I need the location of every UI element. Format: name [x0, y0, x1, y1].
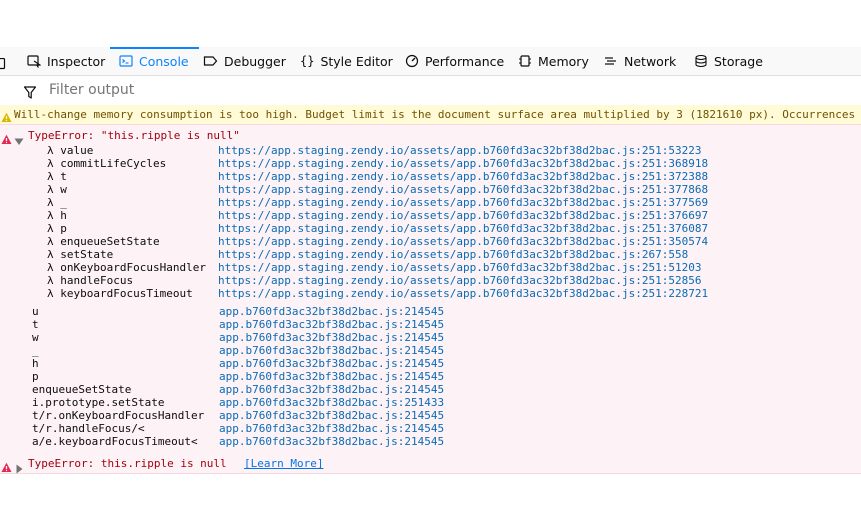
tab-label: Style Editor	[320, 53, 393, 69]
tab-debugger[interactable]: Debugger	[203, 47, 286, 75]
raw-stack-frame-location-link[interactable]: app.b760fd3ac32bf38d2bac.js:214545	[219, 305, 444, 318]
stack-frame-function: λ commitLifeCycles	[47, 157, 167, 170]
stack-frame-function: λ t	[47, 170, 67, 183]
warning-icon	[1, 108, 12, 124]
tab-label: Memory	[538, 53, 589, 69]
stack-frame-location-link[interactable]: https://app.staging.zendy.io/assets/app.…	[218, 222, 708, 235]
inspector-icon	[27, 55, 41, 68]
raw-stack-frame-function: t	[32, 318, 39, 331]
tab-performance[interactable]: Performance	[405, 47, 504, 75]
stack-frame-location-link[interactable]: https://app.staging.zendy.io/assets/app.…	[218, 183, 708, 196]
raw-stack-frame-function: t/r.onKeyboardFocusHandler	[32, 409, 205, 422]
raw-stack-frame-location-link[interactable]: app.b760fd3ac32bf38d2bac.js:214545	[219, 357, 444, 370]
learn-more-link[interactable]: [Learn More]	[244, 457, 323, 470]
stack-frame-location-link[interactable]: https://app.staging.zendy.io/assets/app.…	[218, 235, 708, 248]
raw-stack-frame-function: p	[32, 370, 39, 383]
raw-stack-frame-location-link[interactable]: app.b760fd3ac32bf38d2bac.js:214545	[219, 435, 444, 448]
storage-icon	[695, 54, 707, 68]
stack-frame-location-link[interactable]: https://app.staging.zendy.io/assets/app.…	[218, 287, 708, 300]
stack-frame-function: λ onKeyboardFocusHandler	[47, 261, 206, 274]
raw-stack-frame-function: w	[32, 331, 39, 344]
raw-stack-frame-function: h	[32, 357, 39, 370]
stack-frame-location-link[interactable]: https://app.staging.zendy.io/assets/app.…	[218, 157, 708, 170]
stack-frame-location-link[interactable]: https://app.staging.zendy.io/assets/app.…	[218, 261, 701, 274]
warning-text: Will-change memory consumption is too hi…	[14, 108, 861, 121]
raw-stack-frame-location-link[interactable]: app.b760fd3ac32bf38d2bac.js:214545	[219, 422, 444, 435]
debugger-icon	[203, 56, 218, 66]
raw-stack-frame-function: _	[32, 344, 39, 357]
stack-frame-function: λ value	[47, 144, 94, 157]
raw-stack-frame-function: t/r.handleFocus/<	[32, 422, 145, 435]
tab-network[interactable]: Network	[604, 47, 676, 75]
raw-stack-frame-function: enqueueSetState	[32, 383, 132, 396]
raw-stack-frame-location-link[interactable]: app.b760fd3ac32bf38d2bac.js:214545	[219, 409, 444, 422]
filter-icon	[23, 84, 37, 103]
network-icon	[605, 57, 616, 65]
stack-frame-function: λ h	[47, 209, 67, 222]
tab-label: Network	[624, 53, 677, 69]
devtools-toolbar: Inspector Console Debugger {} Style Edit…	[0, 47, 861, 76]
stack-frame-function: λ handleFocus	[47, 274, 134, 287]
error-message-collapsed: TypeError: this.ripple is null [Learn Mo…	[0, 453, 861, 474]
tab-storage[interactable]: Storage	[694, 47, 763, 75]
filter-bar	[0, 76, 861, 106]
error-message: TypeError: "this.ripple is null" λ value…	[0, 124, 861, 474]
stack-frame-function: λ _	[47, 196, 67, 209]
tab-label: Inspector	[47, 53, 106, 69]
warning-message: Will-change memory consumption is too hi…	[0, 105, 861, 125]
tab-label: Console	[139, 53, 189, 69]
stack-frame-function: λ p	[47, 222, 67, 235]
raw-stack-frame-location-link[interactable]: app.b760fd3ac32bf38d2bac.js:214545	[219, 370, 444, 383]
stack-frame-location-link[interactable]: https://app.staging.zendy.io/assets/app.…	[218, 144, 701, 157]
stack-frame-location-link[interactable]: https://app.staging.zendy.io/assets/app.…	[218, 196, 708, 209]
tab-inspector[interactable]: Inspector	[27, 47, 105, 75]
stack-frame-function: λ setState	[47, 248, 114, 261]
expand-toggle-icon[interactable]	[14, 131, 24, 150]
clear-console-icon[interactable]	[0, 83, 6, 102]
raw-stack-frame-location-link[interactable]: app.b760fd3ac32bf38d2bac.js:214545	[219, 331, 444, 344]
raw-stack-frame-function: u	[32, 305, 39, 318]
error-message-text: TypeError: this.ripple is null	[28, 457, 227, 470]
error-icon	[1, 458, 12, 477]
raw-stack-frame-location-link[interactable]: app.b760fd3ac32bf38d2bac.js:214545	[219, 318, 444, 331]
filter-input[interactable]	[49, 82, 449, 98]
tab-label: Storage	[714, 53, 763, 69]
stack-frame-location-link[interactable]: https://app.staging.zendy.io/assets/app.…	[218, 248, 688, 261]
stack-frame-location-link[interactable]: https://app.staging.zendy.io/assets/app.…	[218, 170, 708, 183]
stack-frame-function: λ w	[47, 183, 67, 196]
tab-label: Performance	[425, 53, 505, 69]
raw-stack-frame-function: i.prototype.setState	[32, 396, 165, 409]
raw-stack-frame-location-link[interactable]: app.b760fd3ac32bf38d2bac.js:251433	[219, 396, 444, 409]
raw-stack-frame-location-link[interactable]: app.b760fd3ac32bf38d2bac.js:214545	[219, 383, 444, 396]
style-editor-icon: {}	[300, 54, 315, 68]
tab-style-editor[interactable]: {} Style Editor	[300, 47, 393, 75]
raw-stack-frame-location-link[interactable]: app.b760fd3ac32bf38d2bac.js:214545	[219, 344, 444, 357]
pick-element-icon[interactable]	[0, 55, 6, 74]
stack-frame-location-link[interactable]: https://app.staging.zendy.io/assets/app.…	[218, 209, 708, 222]
tab-memory[interactable]: Memory	[518, 47, 589, 75]
memory-icon	[519, 55, 531, 67]
stack-frame-function: λ keyboardFocusTimeout	[47, 287, 193, 300]
expand-toggle-icon[interactable]	[16, 459, 23, 478]
raw-stack-frame-function: a/e.keyboardFocusTimeout<	[32, 435, 198, 448]
stack-frame-location-link[interactable]: https://app.staging.zendy.io/assets/app.…	[218, 274, 701, 287]
tab-label: Debugger	[224, 53, 286, 69]
tab-console[interactable]: Console	[110, 47, 199, 75]
error-icon	[1, 130, 12, 149]
console-icon	[119, 55, 133, 67]
error-message-text: TypeError: "this.ripple is null"	[28, 129, 240, 142]
stack-frame-function: λ enqueueSetState	[47, 235, 160, 248]
performance-icon	[405, 54, 419, 68]
